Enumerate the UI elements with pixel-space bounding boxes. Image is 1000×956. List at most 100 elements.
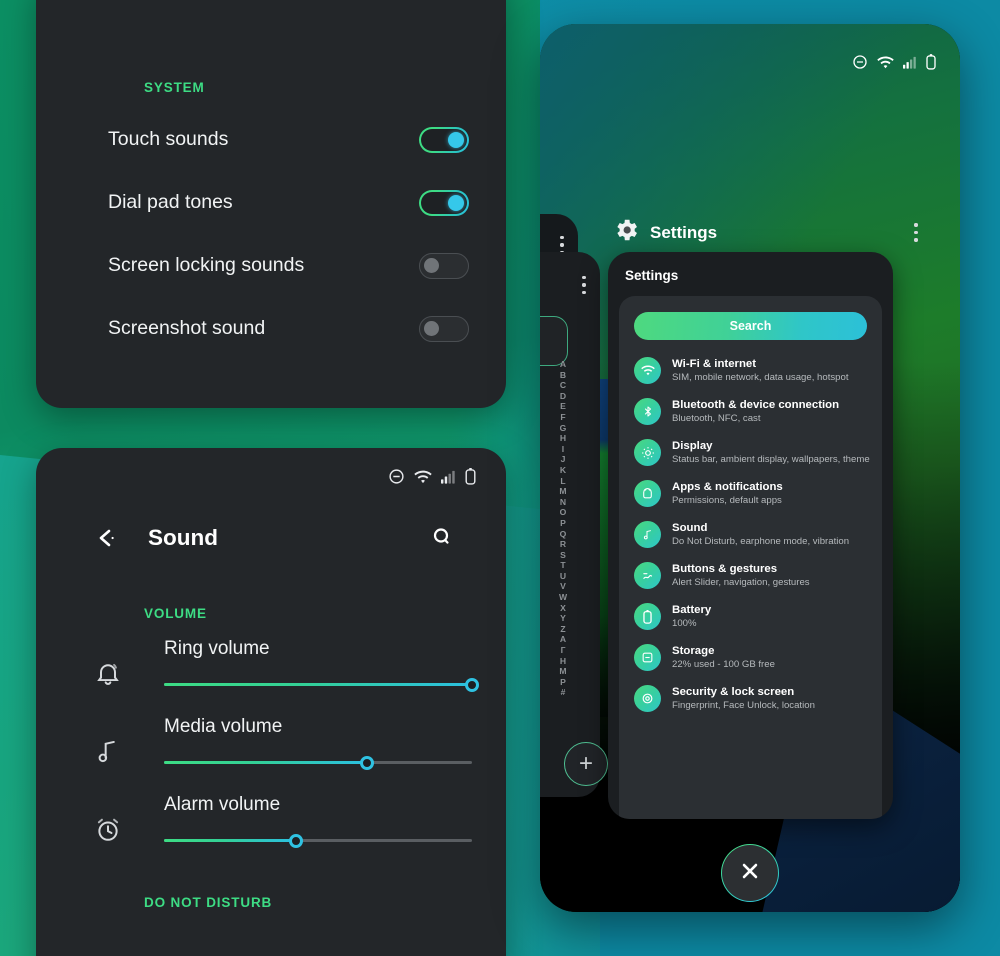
settings-list-item[interactable]: Apps & notifications Permissions, default…: [619, 473, 882, 514]
settings-item-text: Buttons & gestures Alert Slider, navigati…: [672, 562, 810, 589]
alphabet-index-letter[interactable]: Г: [561, 645, 566, 656]
alphabet-index-letter[interactable]: T: [560, 560, 565, 571]
settings-list-item[interactable]: Bluetooth & device connection Bluetooth, …: [619, 391, 882, 432]
settings-item-title: Security & lock screen: [672, 686, 795, 698]
settings-list-item[interactable]: Buttons & gestures Alert Slider, navigati…: [619, 555, 882, 596]
volume-item-ring[interactable]: Ring volume: [36, 638, 506, 716]
alphabet-index-letter[interactable]: I: [562, 444, 564, 455]
storage-icon: [634, 644, 661, 671]
alphabet-index-letter[interactable]: B: [560, 370, 566, 381]
slider-thumb[interactable]: [465, 678, 479, 692]
toggle-label: Screenshot sound: [108, 317, 266, 339]
add-contact-fab[interactable]: +: [564, 742, 608, 786]
volume-item-media[interactable]: Media volume: [36, 716, 506, 794]
ring-volume-slider[interactable]: [164, 678, 479, 692]
slider-thumb[interactable]: [360, 756, 375, 770]
alphabet-index-letter[interactable]: Y: [560, 613, 566, 624]
settings-item-subtitle: 22% used - 100 GB free: [672, 659, 775, 670]
back-arrow-icon[interactable]: [92, 524, 120, 552]
alphabet-index-letter[interactable]: X: [560, 603, 566, 614]
alphabet-index-letter[interactable]: Q: [560, 529, 567, 540]
alphabet-index-letter[interactable]: H: [560, 656, 566, 667]
alphabet-index-letter[interactable]: U: [560, 571, 566, 582]
alphabet-index-letter[interactable]: #: [561, 687, 566, 698]
settings-item-text: Bluetooth & device connection Bluetooth, …: [672, 398, 839, 425]
page-title: Sound: [148, 525, 218, 550]
alphabet-index-letter[interactable]: L: [560, 476, 565, 487]
settings-item-subtitle: Permissions, default apps: [672, 495, 782, 506]
settings-app-preview: Search Wi-Fi & internet SIM, mobile netwo…: [619, 296, 882, 819]
settings-item-subtitle: 100%: [672, 618, 697, 629]
alphabet-index-letter[interactable]: H: [560, 433, 566, 444]
screenshot-sound-switch[interactable]: [419, 315, 469, 342]
settings-item-title: Display: [672, 440, 713, 452]
settings-item-text: Display Status bar, ambient display, wall…: [672, 439, 870, 466]
close-icon: [737, 858, 763, 889]
search-icon[interactable]: [430, 525, 456, 551]
alphabet-index-letter[interactable]: P: [560, 677, 566, 688]
more-vert-icon[interactable]: [582, 276, 586, 295]
battery-icon: [926, 54, 936, 75]
toggle-row-screenshot-sound[interactable]: Screenshot sound: [36, 297, 506, 360]
alphabet-index-letter[interactable]: P: [560, 518, 566, 529]
settings-item-subtitle: Fingerprint, Face Unlock, location: [672, 700, 815, 711]
dial-pad-tones-switch[interactable]: [419, 190, 469, 216]
security-icon: [634, 685, 661, 712]
media-volume-slider[interactable]: [164, 756, 472, 770]
screen-locking-sounds-switch[interactable]: [419, 252, 469, 279]
settings-item-text: Security & lock screen Fingerprint, Face …: [672, 685, 815, 712]
settings-list-item[interactable]: Sound Do Not Disturb, earphone mode, vibr…: [619, 514, 882, 555]
settings-item-subtitle: Alert Slider, navigation, gestures: [672, 577, 810, 588]
wifi-icon: [634, 357, 661, 384]
volume-label: Media volume: [164, 716, 283, 737]
alphabet-index-letter[interactable]: W: [559, 592, 567, 603]
alphabet-index-letter[interactable]: Z: [560, 624, 565, 635]
more-vert-icon[interactable]: [914, 223, 918, 242]
slider-fill: [164, 683, 472, 687]
alphabet-index-letter[interactable]: O: [560, 507, 567, 518]
volume-item-alarm[interactable]: Alarm volume: [36, 794, 506, 872]
alphabet-index-letter[interactable]: A: [560, 359, 566, 370]
close-all-recents-button[interactable]: [721, 844, 779, 902]
settings-list-item[interactable]: Storage 22% used - 100 GB free: [619, 637, 882, 678]
settings-item-subtitle: Bluetooth, NFC, cast: [672, 413, 761, 424]
system-section-label: SYSTEM: [144, 80, 205, 95]
wifi-icon: [877, 55, 894, 74]
alarm-volume-slider[interactable]: [164, 834, 472, 848]
alphabet-index-letter[interactable]: J: [561, 454, 566, 465]
touch-sounds-switch[interactable]: [419, 127, 469, 153]
search-button[interactable]: Search: [634, 312, 867, 340]
alphabet-index[interactable]: A B C D E F G H I J K L M N O P Q R S T U V W X Y Z A Г H M P #: [557, 359, 569, 698]
switch-knob: [448, 194, 464, 211]
alphabet-index-letter[interactable]: M: [559, 486, 566, 497]
switch-knob: [448, 131, 464, 148]
alphabet-index-letter[interactable]: G: [560, 423, 567, 434]
alphabet-index-letter[interactable]: M: [559, 666, 566, 677]
alphabet-index-letter[interactable]: E: [560, 401, 566, 412]
toggle-row-dial-pad-tones[interactable]: Dial pad tones: [36, 171, 506, 234]
alphabet-index-letter[interactable]: F: [560, 412, 565, 423]
alphabet-index-letter[interactable]: S: [560, 550, 566, 561]
settings-list-item[interactable]: Security & lock screen Fingerprint, Face …: [619, 678, 882, 719]
settings-item-title: Apps & notifications: [672, 481, 783, 493]
toggle-row-screen-locking-sounds[interactable]: Screen locking sounds: [36, 234, 506, 297]
settings-list-item[interactable]: Battery 100%: [619, 596, 882, 637]
slider-thumb[interactable]: [289, 834, 304, 848]
settings-list: Wi-Fi & internet SIM, mobile network, dat…: [619, 340, 882, 719]
alphabet-index-letter[interactable]: V: [560, 581, 566, 592]
settings-list-item[interactable]: Display Status bar, ambient display, wall…: [619, 432, 882, 473]
alphabet-index-letter[interactable]: R: [560, 539, 566, 550]
recent-card-title: Settings: [625, 268, 679, 283]
settings-item-subtitle: Status bar, ambient display, wallpapers,…: [672, 454, 870, 465]
toggle-label: Dial pad tones: [108, 191, 233, 213]
toggle-row-touch-sounds[interactable]: Touch sounds: [36, 108, 506, 171]
settings-recent-card[interactable]: Settings Search Wi-Fi & internet SIM, mob…: [608, 252, 893, 819]
signal-icon: [441, 470, 456, 484]
alphabet-index-letter[interactable]: D: [560, 391, 566, 402]
volume-label: Ring volume: [164, 638, 270, 659]
settings-list-item[interactable]: Wi-Fi & internet SIM, mobile network, dat…: [619, 350, 882, 391]
alphabet-index-letter[interactable]: C: [560, 380, 566, 391]
alphabet-index-letter[interactable]: K: [560, 465, 566, 476]
alphabet-index-letter[interactable]: A: [560, 634, 566, 645]
alphabet-index-letter[interactable]: N: [560, 497, 566, 508]
